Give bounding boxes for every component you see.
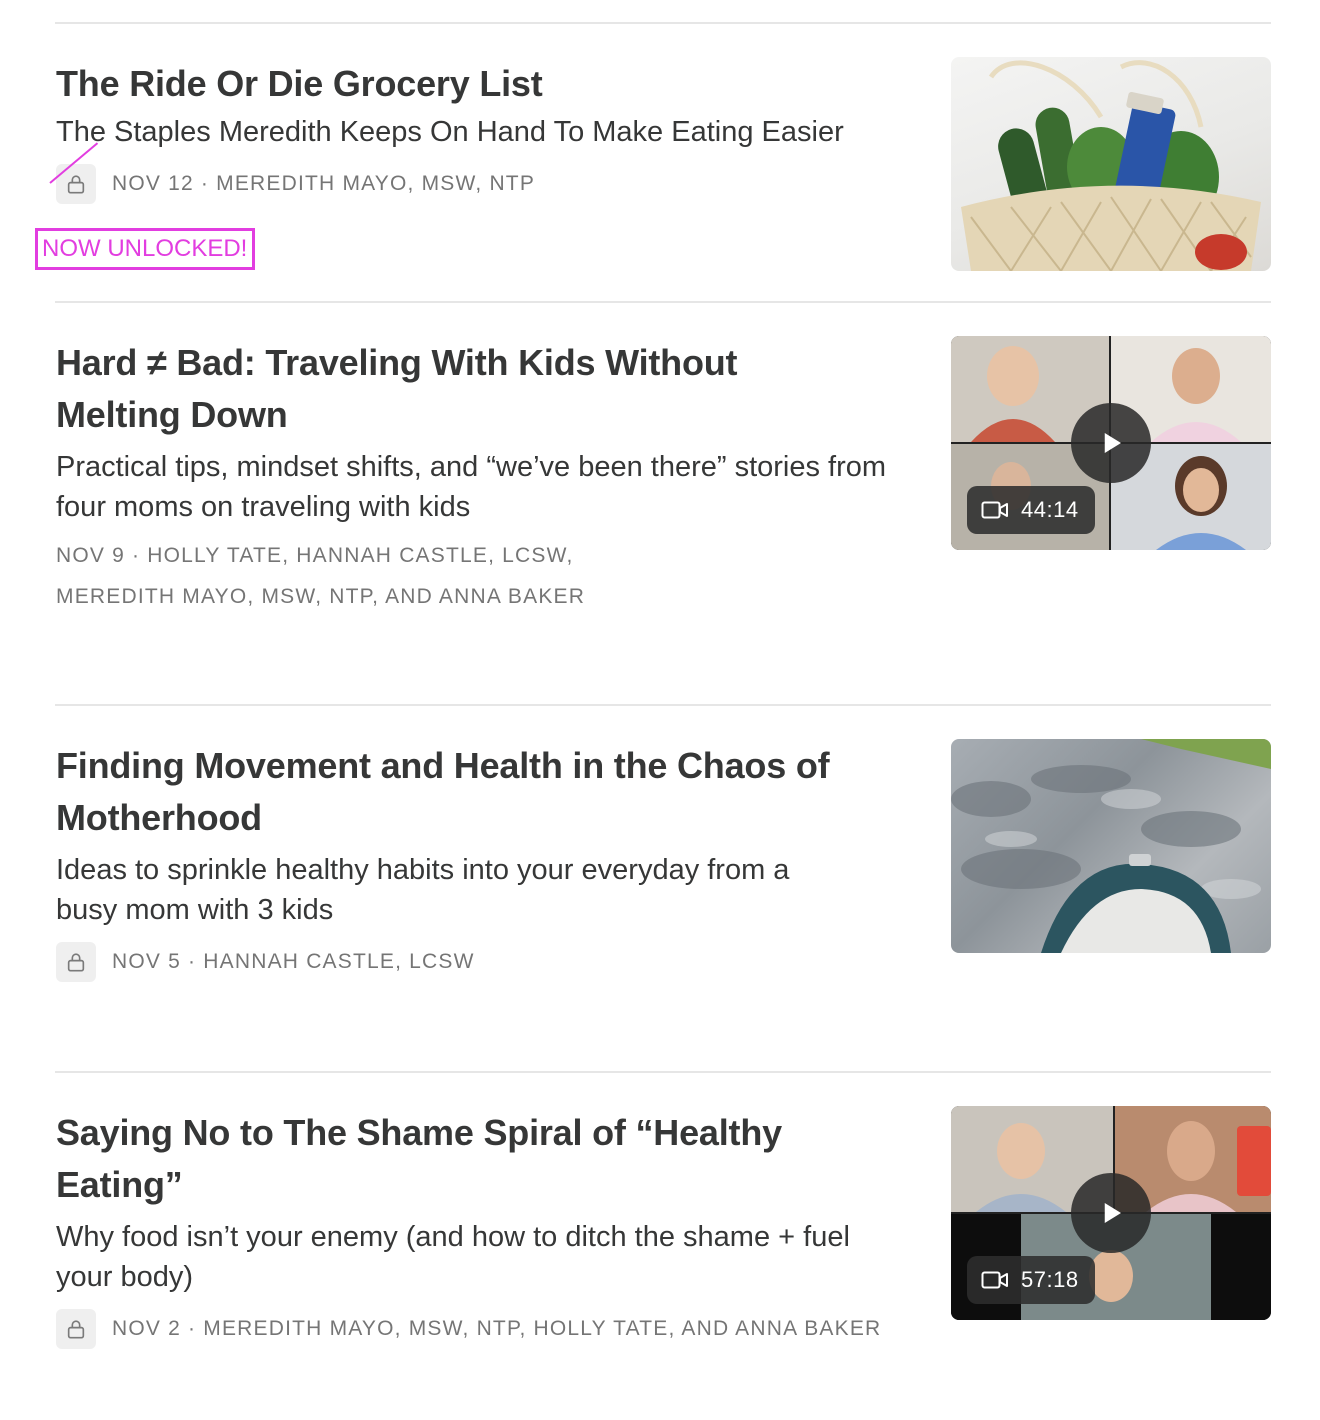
post-title[interactable]: Hard ≠ Bad: Traveling With Kids Without … <box>56 337 816 441</box>
post-title[interactable]: Saying No to The Shame Spiral of “Health… <box>56 1107 856 1211</box>
video-camera-icon <box>981 1271 1008 1289</box>
post-item-shame-spiral[interactable]: Saying No to The Shame Spiral of “Health… <box>56 1107 936 1349</box>
now-unlocked-badge: NOW UNLOCKED! <box>35 228 255 270</box>
video-call-image[interactable]: 57:18 <box>951 1106 1271 1320</box>
video-duration: 57:18 <box>967 1256 1095 1304</box>
post-subtitle: Why food isn’t your enemy (and how to di… <box>56 1221 850 1293</box>
post-title[interactable]: The Ride Or Die Grocery List <box>56 58 936 110</box>
divider <box>55 22 1271 24</box>
lock-icon <box>56 1309 96 1349</box>
post-title[interactable]: Finding Movement and Health in the Chaos… <box>56 740 896 844</box>
video-camera-icon <box>981 501 1008 519</box>
duration-label: 57:18 <box>1021 1267 1079 1292</box>
post-item-traveling-with-kids[interactable]: Hard ≠ Bad: Traveling With Kids Without … <box>56 337 936 617</box>
duration-label: 44:14 <box>1021 497 1079 522</box>
post-meta-line: NOV 9 · HOLLY TATE, HANNAH CASTLE, LCSW, <box>56 544 574 567</box>
post-item-grocery-list[interactable]: The Ride Or Die Grocery List The Staples… <box>49 58 936 204</box>
grocery-bag-image[interactable] <box>951 57 1271 271</box>
play-button[interactable] <box>1071 403 1151 483</box>
lock-icon <box>56 942 96 982</box>
video-call-image[interactable]: 44:14 <box>951 336 1271 550</box>
play-icon <box>1104 1203 1121 1223</box>
play-icon <box>1104 433 1121 453</box>
divider <box>55 704 1271 706</box>
post-meta: NOV 5 · HANNAH CASTLE, LCSW <box>112 950 475 973</box>
post-subtitle: Ideas to sprinkle healthy habits into yo… <box>56 854 790 926</box>
post-item-movement-and-health[interactable]: Finding Movement and Health in the Chaos… <box>56 740 936 982</box>
divider <box>55 301 1271 303</box>
stroller-walk-image[interactable] <box>951 739 1271 953</box>
lock-icon <box>49 142 99 204</box>
post-meta: NOV 2 · MEREDITH MAYO, MSW, NTP, HOLLY T… <box>112 1317 882 1340</box>
post-meta-line: MEREDITH MAYO, MSW, NTP, AND ANNA BAKER <box>56 585 586 608</box>
divider <box>55 1071 1271 1073</box>
play-button[interactable] <box>1071 1173 1151 1253</box>
post-meta: NOV 12 · MEREDITH MAYO, MSW, NTP <box>112 172 536 195</box>
video-duration: 44:14 <box>967 486 1095 534</box>
post-subtitle: The Staples Meredith Keeps On Hand To Ma… <box>56 116 844 148</box>
post-subtitle: Practical tips, mindset shifts, and “we’… <box>56 451 887 523</box>
